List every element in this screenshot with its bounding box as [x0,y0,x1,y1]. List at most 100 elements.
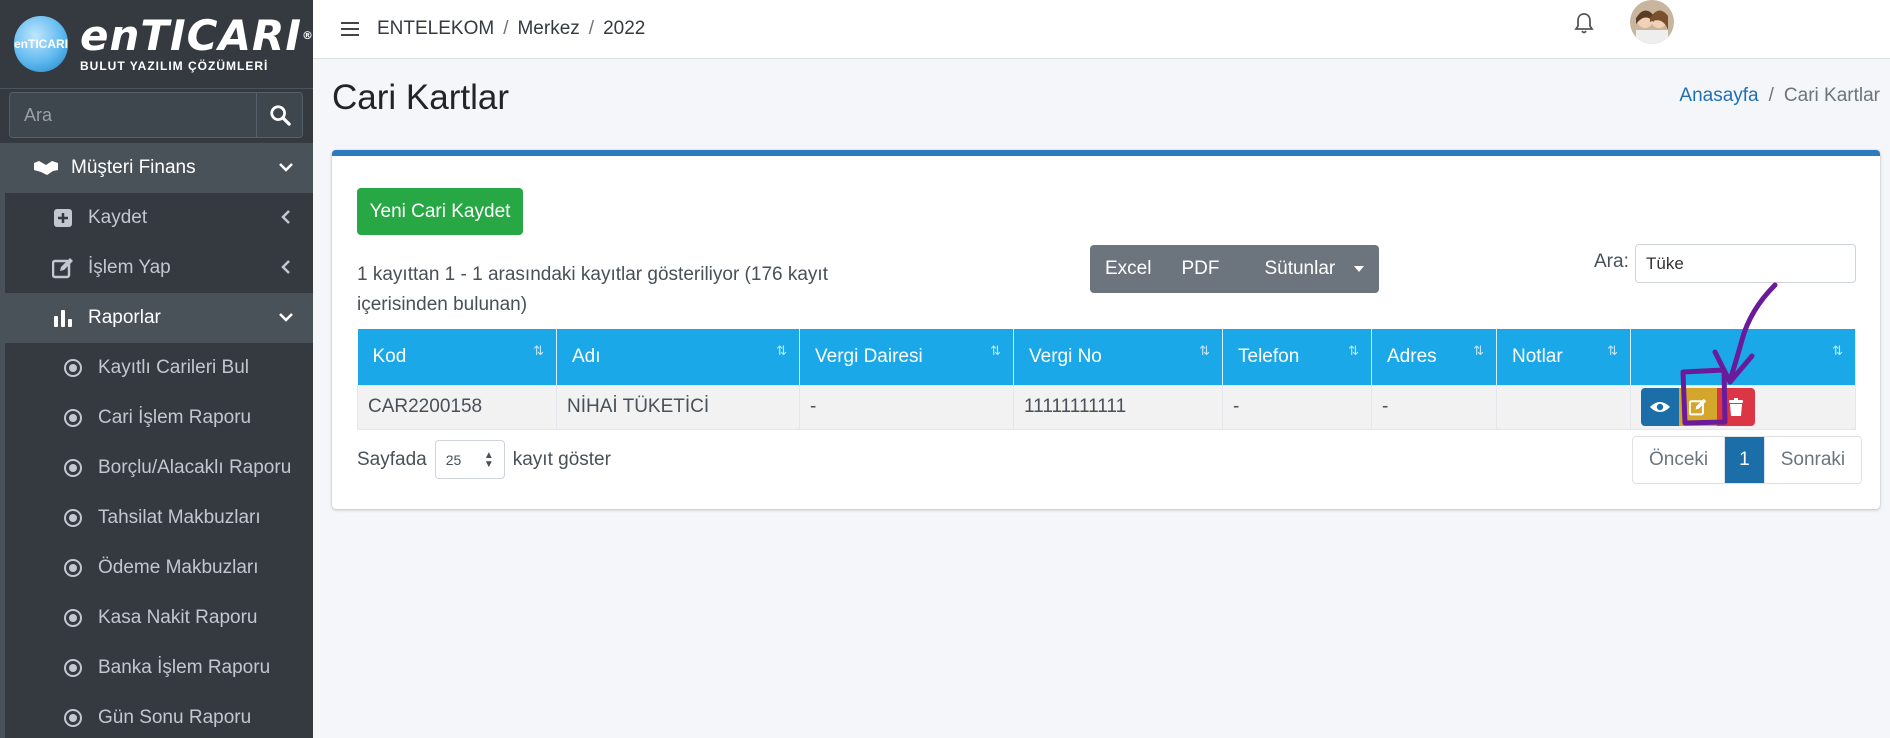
chevron-down-icon [279,313,293,322]
edit-icon [1689,398,1707,416]
chevron-left-icon [281,260,290,274]
edit-icon [50,257,76,279]
page-1-button[interactable]: 1 [1725,437,1764,483]
cari-kartlar-card: Yeni Cari Kaydet 1 kayıttan 1 - 1 arasın… [332,150,1880,509]
circle-dot-icon [64,459,82,477]
hamburger-menu-icon[interactable] [341,18,359,40]
sidebar: enTICARI enTICARI® BULUT YAZILIM ÇÖZÜMLE… [0,0,313,738]
cari-table: Kod ⇅ Adı ⇅ Vergi Dairesi ⇅ Vergi No ⇅ Telef… [357,329,1856,430]
breadcrumb-home-link[interactable]: Anasayfa [1679,85,1758,106]
excel-button[interactable]: Excel [1090,258,1166,280]
previous-page-button[interactable]: Önceki [1633,437,1726,483]
sidebar-item-banka-islem-raporu[interactable]: Banka İşlem Raporu [0,643,313,693]
circle-dot-icon [64,609,82,627]
table-search-input[interactable] [1635,244,1856,283]
column-header-adi[interactable]: Adı ⇅ [556,329,800,385]
chevron-down-icon [279,163,293,172]
search-icon [269,105,291,126]
column-header-telefon[interactable]: Telefon ⇅ [1222,329,1372,385]
row-action-group [1641,388,1755,426]
column-header-vergi-dairesi[interactable]: Vergi Dairesi ⇅ [799,329,1014,385]
brand-logo[interactable]: enTICARI enTICARI® BULUT YAZILIM ÇÖZÜMLE… [0,0,313,89]
sidebar-search [9,92,303,138]
sidebar-item-raporlar[interactable]: Raporlar [0,293,313,343]
sidebar-item-tahsilat-makbuzlari[interactable]: Tahsilat Makbuzları [0,493,313,543]
view-button[interactable] [1641,388,1679,426]
export-button-group: Excel PDF Sütunlar [1090,245,1380,293]
pdf-button[interactable]: PDF [1166,258,1234,280]
column-header-adres[interactable]: Adres ⇅ [1371,329,1497,385]
page-title: Cari Kartlar [332,78,509,117]
eye-icon [1650,402,1670,412]
column-header-actions[interactable]: ⇅ [1630,329,1856,385]
sidebar-item-kasa-nakit-raporu[interactable]: Kasa Nakit Raporu [0,593,313,643]
bell-icon[interactable] [1574,12,1594,34]
avatar[interactable] [1630,0,1674,44]
sidebar-item-kaydet[interactable]: Kaydet [0,193,313,243]
cell-actions [1630,384,1856,430]
edit-button[interactable] [1679,388,1717,426]
bar-chart-icon [50,308,76,328]
trash-icon [1729,398,1743,416]
company-name[interactable]: ENTELEKOM [377,18,494,39]
sidebar-item-borclu-alacakli-raporu[interactable]: Borçlu/Alacaklı Raporu [0,443,313,493]
table-info-text: 1 kayıttan 1 - 1 arasındaki kayıtlar gös… [357,264,828,315]
circle-dot-icon [64,709,82,727]
sort-icon: ⇅ [1348,343,1359,358]
new-cari-button[interactable]: Yeni Cari Kaydet [357,188,523,235]
circle-dot-icon [64,359,82,377]
logo-subtitle: BULUT YAZILIM ÇÖZÜMLERİ [80,59,269,73]
caret-down-icon [1354,265,1365,272]
table-header-row: Kod ⇅ Adı ⇅ Vergi Dairesi ⇅ Vergi No ⇅ Telef… [357,329,1856,385]
topbar: ENTELEKOM / Merkez/2022 [313,0,1890,59]
breadcrumb-current: Cari Kartlar [1783,85,1880,106]
column-header-vergi-no[interactable]: Vergi No ⇅ [1013,329,1223,385]
cell-kod: CAR2200158 [357,384,557,430]
branch-name[interactable]: Merkez [517,18,579,39]
cell-vergi-no: 11111111111 [1013,384,1223,430]
next-page-button[interactable]: Sonraki [1763,437,1861,483]
sort-icon: ⇅ [1607,343,1618,358]
delete-button[interactable] [1717,388,1755,426]
context-breadcrumb: ENTELEKOM / Merkez/2022 [377,18,646,39]
sort-icon: ⇅ [1199,343,1210,358]
sort-icon: ⇅ [1473,343,1484,358]
search-button[interactable] [256,93,302,137]
cloud-logo-icon: enTICARI [14,16,68,72]
column-header-kod[interactable]: Kod ⇅ [357,329,557,385]
sort-icon: ⇅ [533,343,544,358]
cell-adres: - [1371,384,1497,430]
page-size-control: Sayfada 25 ▲ ▼ kayıt göster [357,440,611,479]
columns-dropdown-button[interactable]: Sütunlar [1234,258,1379,280]
cell-telefon: - [1222,384,1372,430]
page-size-select[interactable]: 25 ▲ ▼ [434,440,505,479]
sort-icon: ⇅ [776,343,787,358]
plus-square-icon [50,208,76,228]
sidebar-search-input[interactable] [10,93,256,137]
sidebar-item-kayitli-carileri-bul[interactable]: Kayıtlı Carileri Bul [0,343,313,393]
sidebar-nav: Müşteri Finans Kaydet İşlem Yap Raporlar… [0,143,313,738]
table-search-label: Ara: [1594,251,1629,272]
circle-dot-icon [64,559,82,577]
sidebar-item-musteri-finans[interactable]: Müşteri Finans [0,143,313,193]
cell-vergi-dairesi: - [799,384,1014,430]
sidebar-item-odeme-makbuzlari[interactable]: Ödeme Makbuzları [0,543,313,593]
sort-icon: ⇅ [1832,343,1843,358]
table-row: CAR2200158 NİHAİ TÜKETİCİ - 11111111111 … [357,384,1856,430]
sort-icon: ⇅ [990,343,1001,358]
pagination: Önceki 1 Sonraki [1632,436,1863,484]
handshake-icon [33,159,59,177]
select-arrows-icon: ▲ ▼ [483,450,494,470]
chevron-left-icon [281,210,290,224]
logo-title: enTICARI® [80,11,314,60]
sidebar-item-islem-yap[interactable]: İşlem Yap [0,243,313,293]
column-header-notlar[interactable]: Notlar ⇅ [1496,329,1631,385]
circle-dot-icon [64,509,82,527]
sidebar-item-cari-islem-raporu[interactable]: Cari İşlem Raporu [0,393,313,443]
circle-dot-icon [64,409,82,427]
breadcrumb: Anasayfa / Cari Kartlar [1679,85,1880,106]
cell-notlar [1496,384,1631,430]
fiscal-year[interactable]: 2022 [603,18,645,39]
sidebar-item-gun-sonu-raporu[interactable]: Gün Sonu Raporu [0,693,313,738]
cell-adi: NİHAİ TÜKETİCİ [556,384,800,430]
